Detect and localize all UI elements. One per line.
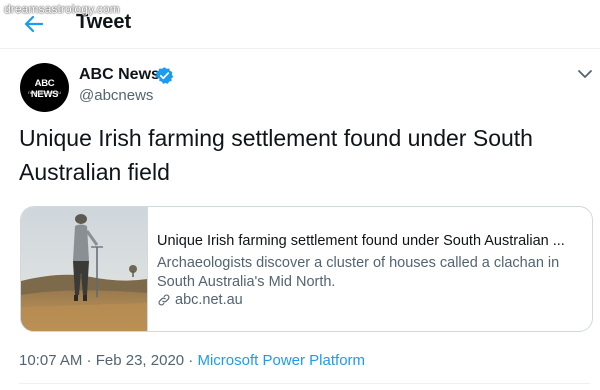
display-name[interactable]: ABC News	[79, 66, 160, 84]
avatar[interactable]: ABC NEWS news.abc.net.au	[20, 63, 69, 112]
card-thumbnail-image	[21, 207, 148, 331]
meta-separator: ·	[82, 352, 96, 369]
card-description: Archaeologists discover a cluster of hou…	[157, 255, 560, 290]
card-domain-text: abc.net.au	[175, 292, 243, 308]
meta-separator: ·	[184, 352, 198, 369]
chevron-down-icon[interactable]	[574, 64, 596, 84]
tweet-source-link[interactable]: Microsoft Power Platform	[197, 352, 365, 369]
watermark: dreamsastrology.com	[4, 2, 120, 16]
card-title: Unique Irish farming settlement found un…	[157, 233, 565, 249]
user-handle[interactable]: @abcnews	[79, 87, 153, 104]
link-icon	[157, 293, 171, 307]
avatar-logo-text: ABC NEWS	[30, 78, 59, 100]
verified-badge-icon	[155, 66, 174, 85]
tweet-text: Unique Irish farming settlement found un…	[19, 125, 533, 185]
tweet-metadata: 10:07 AM · Feb 23, 2020 · Microsoft Powe…	[19, 352, 365, 369]
avatar-subtext: news.abc.net.au	[28, 90, 61, 95]
divider	[19, 383, 590, 384]
tweet-date[interactable]: Feb 23, 2020	[96, 352, 184, 369]
card-domain: abc.net.au	[157, 292, 243, 308]
link-preview-card[interactable]: Unique Irish farming settlement found un…	[20, 206, 593, 332]
tweet-time[interactable]: 10:07 AM	[19, 352, 82, 369]
